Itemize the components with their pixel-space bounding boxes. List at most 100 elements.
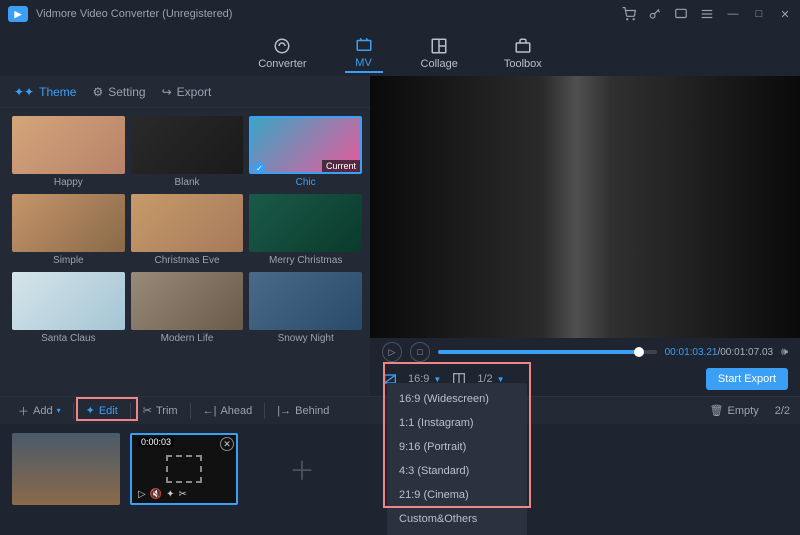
current-time: 00:01:03.21: [665, 347, 718, 358]
theme-grid: Happy Blank Current ✓ Chic Simple Christmas Ev…: [0, 108, 370, 396]
play-button[interactable]: ▷: [382, 342, 402, 362]
key-icon[interactable]: [648, 7, 662, 21]
theme-item[interactable]: Merry Christmas: [249, 194, 362, 266]
subtab-export-label: Export: [177, 85, 212, 99]
maximize-icon[interactable]: □: [752, 7, 766, 21]
empty-button[interactable]: 🗑 Empty: [702, 401, 767, 420]
subtab-setting-label: Setting: [108, 85, 145, 99]
theme-label: Simple: [53, 255, 84, 266]
app-logo-icon: ▶: [8, 6, 28, 22]
clip-2[interactable]: 0:00:03 ✕ ▷ 🔇 ✦ ✂: [130, 433, 238, 505]
subtab-export[interactable]: ↪ Export: [162, 85, 212, 99]
tab-toolbox-label: Toolbox: [504, 58, 542, 70]
mute-icon[interactable]: 🔇: [150, 489, 162, 500]
theme-thumbnail: [12, 116, 125, 174]
tab-toolbox[interactable]: Toolbox: [496, 35, 550, 72]
theme-item[interactable]: Happy: [12, 116, 125, 188]
edit-button[interactable]: ✦ Edit: [78, 401, 126, 420]
aspect-ratio-dropdown: 16:9 (Widescreen)1:1 (Instagram)9:16 (Po…: [387, 383, 527, 535]
export-icon: ↪: [162, 85, 172, 99]
tab-mv-label: MV: [355, 57, 372, 69]
theme-label: Christmas Eve: [154, 255, 219, 266]
preview-video[interactable]: [370, 76, 800, 338]
start-export-button[interactable]: Start Export: [706, 368, 788, 390]
clip-tool-icons: ▷ 🔇 ✦ ✂: [138, 489, 187, 500]
behind-button[interactable]: |→ Behind: [269, 402, 337, 420]
wand-icon[interactable]: ✦: [166, 489, 174, 500]
subtab-setting[interactable]: ⚙ Setting: [92, 85, 145, 99]
titlebar: ▶ Vidmore Video Converter (Unregistered)…: [0, 0, 800, 28]
theme-item[interactable]: Blank: [131, 116, 244, 188]
theme-item[interactable]: Simple: [12, 194, 125, 266]
progress-bar[interactable]: [438, 350, 657, 354]
toolbox-icon: [512, 37, 534, 55]
mv-icon: [353, 36, 375, 54]
feedback-icon[interactable]: [674, 7, 688, 21]
aspect-ratio-option[interactable]: Custom&Others: [387, 507, 527, 531]
tab-collage[interactable]: Collage: [413, 35, 466, 72]
behind-label: Behind: [295, 405, 329, 417]
plus-icon: ＋: [18, 403, 29, 419]
theme-thumbnail: [249, 194, 362, 252]
clip-duration: 0:00:03: [138, 437, 174, 447]
subtab-theme-label: Theme: [39, 85, 76, 99]
check-icon: ✓: [253, 162, 265, 174]
clip-1[interactable]: [12, 433, 120, 505]
trim-button[interactable]: ✂Trim: [135, 401, 186, 420]
trash-icon: 🗑: [710, 404, 724, 417]
theme-thumbnail: [131, 272, 244, 330]
volume-icon[interactable]: 🕪: [781, 346, 788, 359]
menu-icon[interactable]: [700, 7, 714, 21]
theme-thumbnail: [249, 272, 362, 330]
play-icon[interactable]: ▷: [138, 489, 146, 500]
clip-remove-icon[interactable]: ✕: [220, 437, 234, 451]
theme-item[interactable]: Current ✓ Chic: [249, 116, 362, 188]
theme-thumbnail: Current ✓: [249, 116, 362, 174]
ahead-button[interactable]: ←|Ahead: [195, 402, 261, 420]
wand-icon: ✦: [86, 404, 95, 417]
theme-label: Merry Christmas: [269, 255, 342, 266]
collage-icon: [428, 37, 450, 55]
theme-item[interactable]: Christmas Eve: [131, 194, 244, 266]
theme-item[interactable]: Snowy Night: [249, 272, 362, 344]
arrow-left-icon: ←|: [203, 405, 217, 417]
tab-mv[interactable]: MV: [345, 34, 383, 73]
tab-collage-label: Collage: [421, 58, 458, 70]
theme-thumbnail: [12, 272, 125, 330]
stop-button[interactable]: □: [410, 342, 430, 362]
add-button[interactable]: ＋Add ▾: [10, 400, 69, 422]
aspect-ratio-option[interactable]: 9:16 (Portrait): [387, 435, 527, 459]
page-count: 2/2: [775, 405, 790, 417]
theme-icon: ✦✦: [14, 85, 34, 99]
theme-label: Modern Life: [161, 333, 214, 344]
empty-label: Empty: [728, 405, 759, 417]
cart-icon[interactable]: [622, 7, 636, 21]
arrow-right-icon: |→: [277, 405, 291, 417]
edit-label: Edit: [99, 405, 118, 417]
add-clip-button[interactable]: ＋: [248, 433, 356, 505]
theme-thumbnail: [12, 194, 125, 252]
close-icon[interactable]: ✕: [778, 7, 792, 21]
current-badge: Current: [322, 160, 360, 172]
aspect-ratio-option[interactable]: 1:1 (Instagram): [387, 411, 527, 435]
theme-thumbnail: [131, 116, 244, 174]
theme-panel: ✦✦ Theme ⚙ Setting ↪ Export Happy Blank Cu…: [0, 76, 370, 396]
theme-label: Happy: [54, 177, 83, 188]
main-tabs: Converter MV Collage Toolbox: [0, 28, 800, 76]
scissors-icon[interactable]: ✂: [179, 489, 187, 500]
theme-label: Blank: [174, 177, 199, 188]
ahead-label: Ahead: [220, 405, 252, 417]
aspect-ratio-option[interactable]: 16:9 (Widescreen): [387, 387, 527, 411]
theme-item[interactable]: Santa Claus: [12, 272, 125, 344]
subtab-theme[interactable]: ✦✦ Theme: [14, 85, 76, 99]
theme-item[interactable]: Modern Life: [131, 272, 244, 344]
time-display: 00:01:03.21/00:01:07.03: [665, 347, 773, 358]
chevron-down-icon: ▾: [57, 406, 61, 415]
theme-label: Chic: [296, 177, 316, 188]
minimize-icon[interactable]: —: [726, 7, 740, 21]
tab-converter[interactable]: Converter: [250, 35, 314, 72]
theme-label: Santa Claus: [41, 333, 95, 344]
aspect-ratio-option[interactable]: 21:9 (Cinema): [387, 483, 527, 507]
total-time: 00:01:07.03: [720, 347, 773, 358]
aspect-ratio-option[interactable]: 4:3 (Standard): [387, 459, 527, 483]
